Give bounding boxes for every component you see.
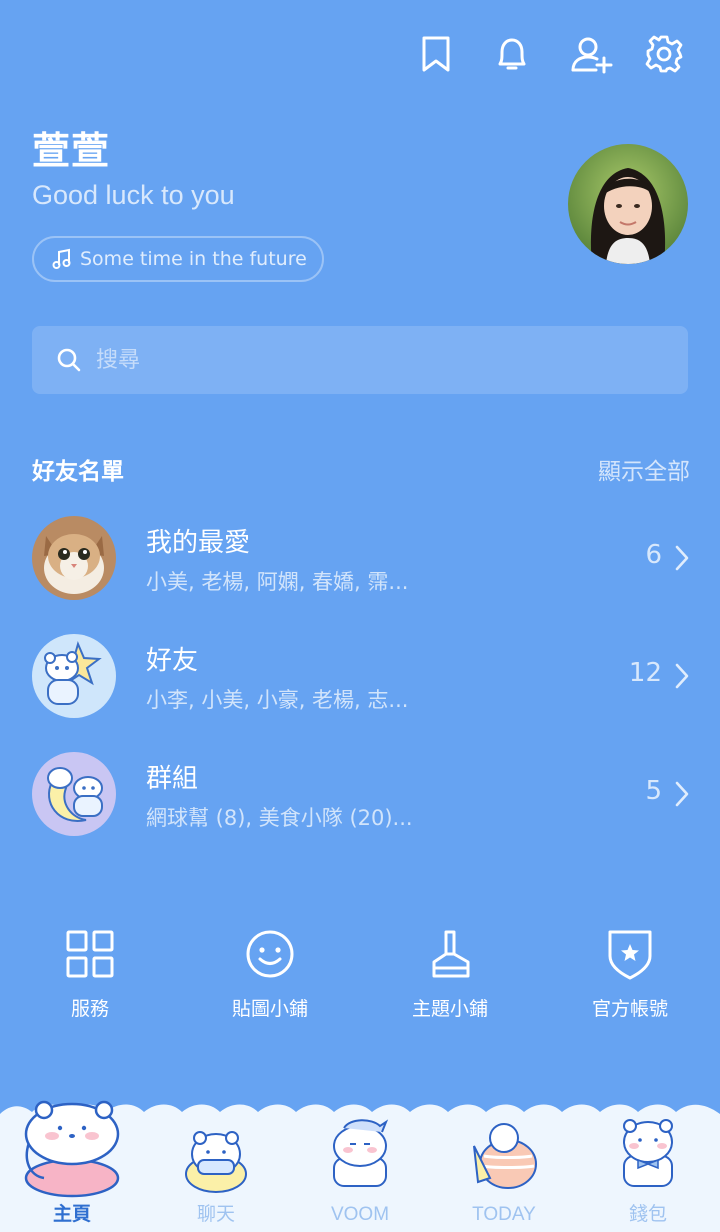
groups-thumbnail (32, 752, 116, 836)
bottom-navigation: 主頁 聊天 VOOM TODAY 錢包 (0, 1100, 720, 1232)
settings-gear-icon[interactable] (644, 34, 684, 74)
nav-home[interactable]: 主頁 (0, 1100, 144, 1232)
quick-action-label: 服務 (70, 998, 109, 1020)
nav-voom[interactable]: VOOM (288, 1100, 432, 1232)
bookmark-icon[interactable] (416, 34, 456, 74)
quick-action-services[interactable]: 服務 (0, 926, 180, 1021)
status-message[interactable]: Good luck to you (32, 180, 235, 211)
chevron-right-icon (674, 780, 690, 808)
nav-wallet[interactable]: 錢包 (576, 1100, 720, 1232)
smiley-icon (242, 926, 298, 982)
chevron-right-icon (674, 662, 690, 690)
friend-group-members: 小美, 老楊, 阿嫻, 春嬌, 霈... (146, 570, 409, 594)
chevron-right-icon (674, 544, 690, 572)
profile-avatar[interactable] (568, 144, 688, 264)
bear-chats-icon (185, 1131, 247, 1193)
friend-group-members: 小李, 小美, 小豪, 老楊, 志... (146, 688, 409, 712)
profile-music-label: Some time in the future (80, 248, 307, 270)
friends-section-title: 好友名單 (32, 459, 124, 485)
quick-action-label: 貼圖小鋪 (231, 998, 308, 1020)
bear-voom-icon (333, 1119, 389, 1187)
show-all-link[interactable]: 顯示全部 (598, 452, 690, 486)
add-friend-icon[interactable] (570, 34, 613, 74)
shield-star-icon (602, 926, 658, 982)
quick-action-theme-shop[interactable]: 主題小鋪 (360, 926, 540, 1021)
friend-group-count: 6 (645, 540, 662, 570)
friend-group-row-favorites[interactable]: 我的最愛 小美, 老楊, 阿嫻, 春嬌, 霈... 6 (0, 516, 720, 626)
grid-icon (62, 926, 118, 982)
profile-name[interactable]: 萱萱 (32, 120, 110, 175)
nav-home-label: 主頁 (52, 1204, 91, 1225)
friend-group-count: 12 (628, 658, 662, 688)
friend-group-name: 好友 (146, 646, 199, 676)
bear-home-icon (24, 1100, 120, 1198)
nav-chats-label: 聊天 (196, 1204, 235, 1225)
nav-chats[interactable]: 聊天 (144, 1100, 288, 1232)
friends-thumbnail (32, 634, 116, 718)
friend-group-name: 群組 (146, 764, 199, 794)
friend-group-name: 我的最愛 (146, 528, 251, 558)
music-note-icon (52, 248, 72, 270)
friend-group-row-friends[interactable]: 好友 小李, 小美, 小豪, 老楊, 志... 12 (0, 634, 720, 744)
bell-icon[interactable] (492, 34, 532, 74)
nav-wallet-label: 錢包 (628, 1204, 667, 1225)
quick-action-sticker-shop[interactable]: 貼圖小鋪 (180, 926, 360, 1021)
search-bar[interactable] (32, 326, 688, 394)
search-icon (56, 347, 82, 373)
bear-today-icon (473, 1123, 537, 1189)
friend-group-members: 網球幫 (8), 美食小隊 (20)... (146, 806, 413, 830)
quick-action-official-accounts[interactable]: 官方帳號 (540, 926, 720, 1021)
brush-icon (422, 926, 478, 982)
nav-today-label: TODAY (472, 1204, 536, 1225)
favorites-thumbnail (32, 516, 116, 600)
bear-wallet-icon (623, 1119, 673, 1187)
quick-action-label: 主題小鋪 (411, 998, 488, 1020)
quick-action-label: 官方帳號 (591, 998, 668, 1020)
friend-group-count: 5 (645, 776, 662, 806)
nav-today[interactable]: TODAY (432, 1100, 576, 1232)
friend-group-row-groups[interactable]: 群組 網球幫 (8), 美食小隊 (20)... 5 (0, 752, 720, 862)
profile-music-pill[interactable]: Some time in the future (32, 236, 324, 282)
search-input[interactable] (94, 346, 598, 374)
nav-voom-label: VOOM (330, 1204, 390, 1225)
